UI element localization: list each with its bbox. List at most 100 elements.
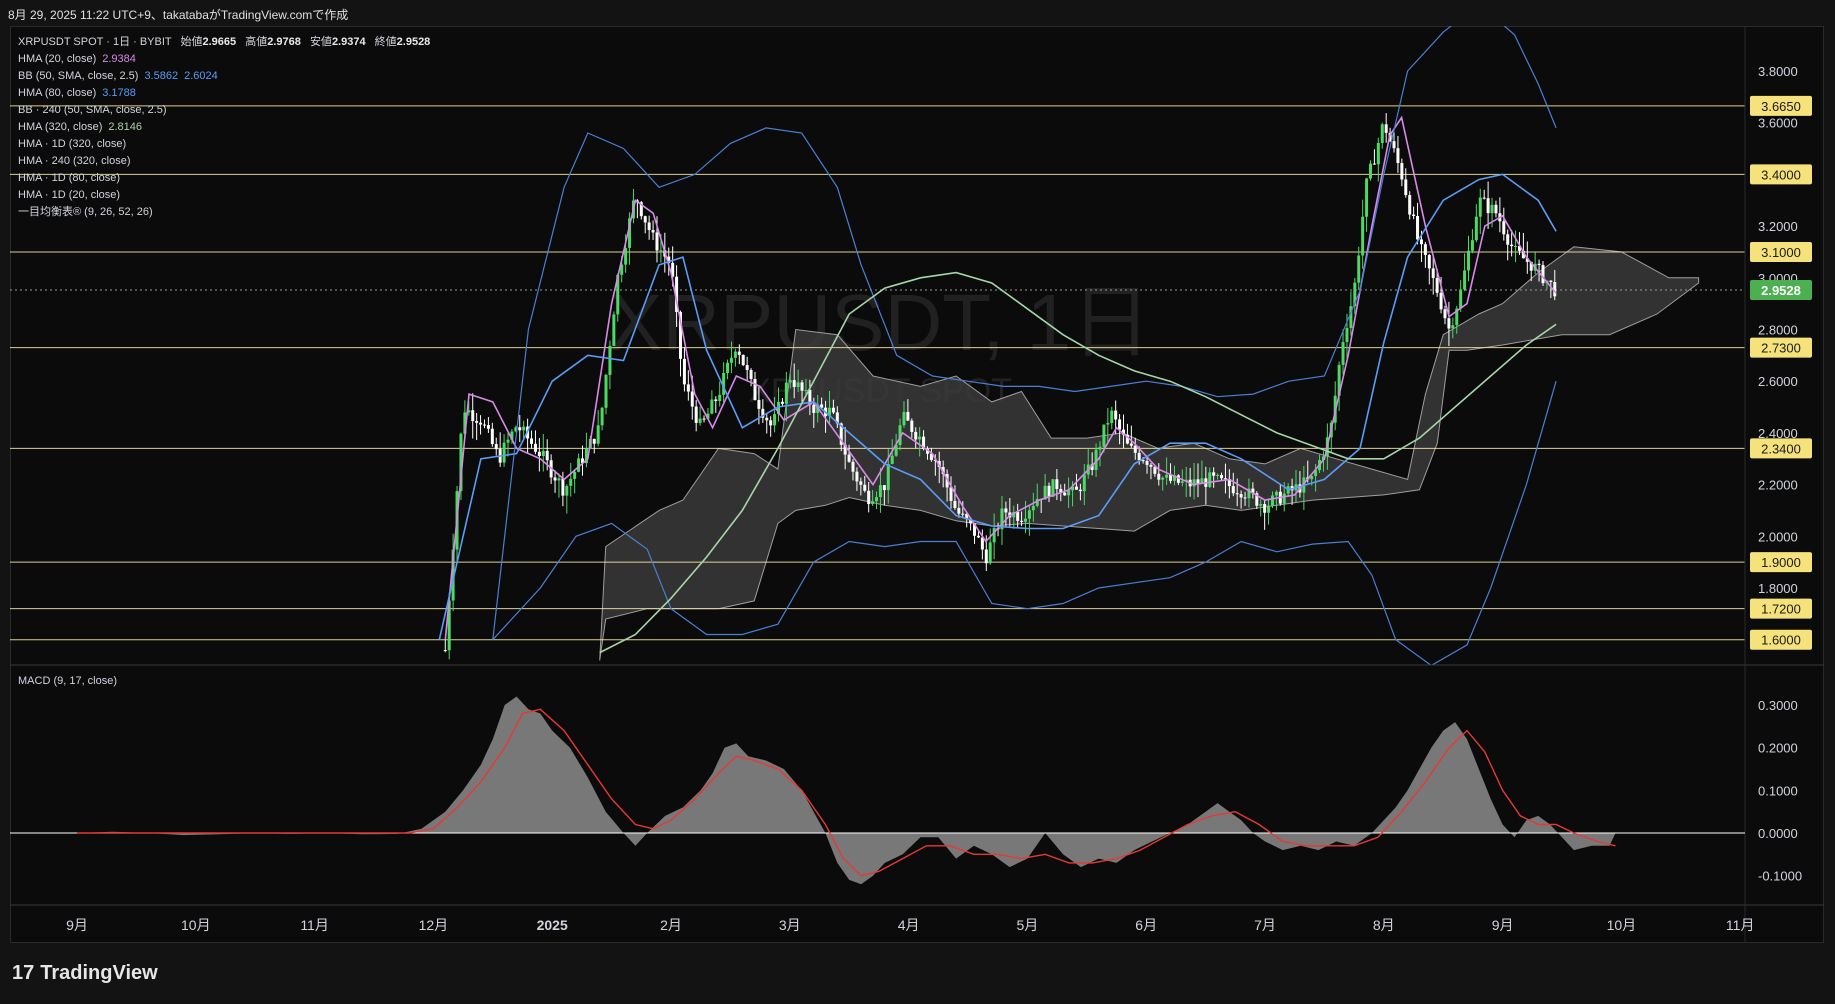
candle-body: [537, 451, 541, 457]
time-tick: 8月: [1373, 917, 1395, 933]
legend-hma-1d-80[interactable]: HMA · 1D (80, close): [18, 170, 430, 187]
candle-body: [694, 406, 698, 423]
level-label: 1.9000: [1750, 552, 1812, 573]
level-label-text: 1.6000: [1761, 633, 1801, 648]
level-label: 1.7200: [1750, 598, 1812, 619]
candle-body: [1270, 495, 1274, 506]
tradingview-brand: TradingView: [40, 962, 158, 984]
level-label: 1.6000: [1750, 629, 1812, 650]
candle-body: [612, 314, 616, 346]
candle-body: [1396, 148, 1400, 164]
candle-body: [1474, 216, 1478, 241]
candle-body: [1463, 270, 1467, 290]
candle-body: [1439, 292, 1443, 310]
candle-body: [1435, 277, 1439, 293]
symbol-header[interactable]: XRPUSDT SPOT · 1日 · BYBIT 始値2.9665 高値2.9…: [18, 34, 430, 51]
candle-body: [1486, 198, 1490, 214]
legend-hma80[interactable]: HMA (80, close) 3.1788: [18, 85, 430, 102]
candle-body: [1004, 508, 1008, 513]
candle-body: [1235, 493, 1239, 495]
candle-body: [530, 438, 534, 444]
legend-hma-1d-20[interactable]: HMA · 1D (20, close): [18, 187, 430, 204]
candle-body: [914, 431, 918, 440]
candle-body: [1161, 477, 1165, 480]
candle-body: [875, 497, 879, 502]
candle-body: [522, 426, 526, 431]
candle-body: [726, 362, 730, 373]
close-value: 2.9528: [396, 36, 431, 48]
macd-tick: 0.0000: [1758, 826, 1798, 841]
candle-body: [976, 535, 980, 538]
macd-legend[interactable]: MACD (9, 17, close): [18, 675, 117, 687]
tradingview-mark: 17: [12, 962, 35, 984]
price-tick: 2.6000: [1758, 374, 1798, 389]
candle-body: [1506, 234, 1510, 245]
candle-body: [682, 358, 686, 385]
candle-body: [541, 450, 545, 457]
candle-body: [886, 463, 890, 491]
candle-body: [1129, 443, 1133, 446]
candle-body: [765, 417, 769, 421]
price-tick: 3.2000: [1758, 219, 1798, 234]
last-price-text: 2.9528: [1761, 283, 1801, 298]
candle-body: [1494, 204, 1498, 214]
candle-body: [651, 230, 655, 233]
candle-body: [1145, 460, 1149, 465]
legend-hma20[interactable]: HMA (20, close) 2.9384: [18, 51, 430, 68]
candle-body: [988, 542, 992, 564]
candle-body: [443, 650, 447, 652]
candle-body: [1368, 163, 1372, 179]
candle-body: [1408, 195, 1412, 215]
candle-body: [1431, 268, 1435, 278]
low-value: 2.9374: [331, 36, 366, 48]
legend-hma-240-320[interactable]: HMA · 240 (320, close): [18, 153, 430, 170]
candle-body: [592, 438, 596, 444]
candle-body: [1537, 263, 1541, 266]
candle-body: [1098, 446, 1102, 450]
level-label: 3.6650: [1750, 95, 1812, 116]
candle-body: [788, 380, 792, 383]
level-label-text: 3.4000: [1761, 167, 1801, 182]
candle-body: [1427, 254, 1431, 269]
candle-body: [1419, 239, 1423, 245]
time-tick: 7月: [1254, 917, 1276, 933]
high-label: 高値: [245, 36, 268, 48]
legend-bb[interactable]: BB (50, SMA, close, 2.5) 3.5862 2.6024: [18, 68, 430, 85]
tradingview-logo[interactable]: 17 TradingView: [12, 962, 158, 985]
legend-bb-value2: 2.6024: [184, 70, 218, 82]
legend-hma-1d-320[interactable]: HMA · 1D (320, close): [18, 136, 430, 153]
candle-body: [486, 425, 490, 429]
candle-body: [647, 222, 651, 231]
candle-body: [812, 404, 816, 413]
candle-body: [1263, 504, 1267, 513]
candle-body: [1384, 124, 1388, 133]
legend-hma320-value: 2.8146: [108, 121, 143, 133]
candle-body: [1110, 410, 1114, 424]
candle-body: [1082, 474, 1086, 492]
candle-body: [1514, 245, 1518, 247]
candle-body: [1549, 280, 1553, 282]
time-tick: 9月: [1492, 917, 1514, 933]
candle-body: [1443, 309, 1447, 319]
candle-body: [1102, 424, 1106, 447]
indicator-legend: XRPUSDT SPOT · 1日 · BYBIT 始値2.9665 高値2.9…: [18, 34, 430, 221]
candle-body: [1478, 197, 1482, 217]
candle-body: [545, 450, 549, 461]
level-label: 2.7300: [1750, 337, 1812, 358]
candle-body: [482, 424, 486, 426]
open-label: 始値: [180, 36, 203, 48]
candle-body: [686, 384, 690, 392]
candle-body: [733, 351, 737, 358]
candle-body: [910, 420, 914, 432]
legend-hma320[interactable]: HMA (320, close) 2.8146: [18, 119, 430, 136]
candle-body: [1392, 141, 1396, 149]
candle-body: [1372, 163, 1376, 165]
price-tick: 2.0000: [1758, 529, 1798, 544]
candle-body: [1345, 327, 1349, 343]
legend-ichimoku[interactable]: 一目均衡表® (9, 26, 52, 26): [18, 204, 430, 221]
legend-bb-240[interactable]: BB · 240 (50, SMA, close, 2.5): [18, 102, 430, 119]
time-tick: 4月: [898, 917, 920, 933]
candle-body: [1180, 481, 1184, 483]
candle-body: [518, 427, 522, 431]
price-tick: 1.8000: [1758, 581, 1798, 596]
